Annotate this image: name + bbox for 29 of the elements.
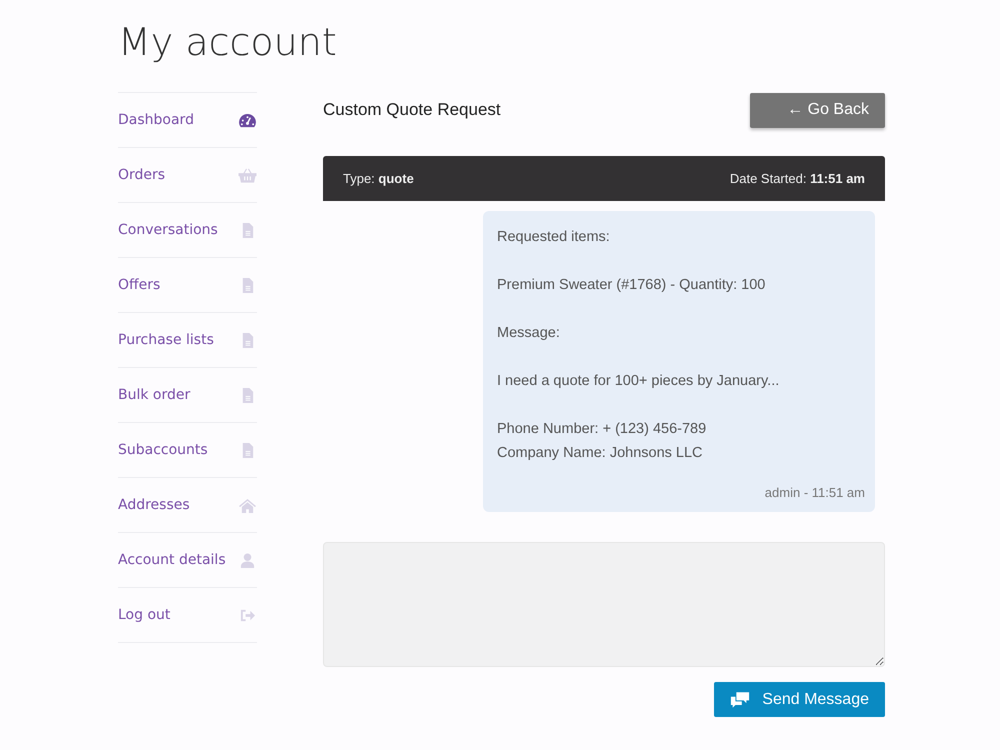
message-text: I need a quote for 100+ pieces by January... <box>497 372 780 391</box>
message-text: Message: <box>497 324 561 343</box>
sidebar-item[interactable]: Addresses <box>118 478 257 533</box>
sidebar-item[interactable]: Account details <box>118 533 257 588</box>
sign-out-icon <box>238 608 257 622</box>
sidebar-item[interactable]: Purchase lists <box>118 313 257 368</box>
message-text: Phone Number: + (123) 456-789 Company Name: Johnsons LLC <box>497 420 708 463</box>
message-text: Requested items: <box>497 228 611 247</box>
home-icon <box>238 498 257 512</box>
chat-bubbles-icon <box>730 691 750 708</box>
sidebar-item[interactable]: Offers <box>118 258 257 313</box>
sidebar-item[interactable]: Conversations <box>118 203 257 258</box>
type-label: Type: quote <box>343 171 414 186</box>
message-meta: admin - 11:51 am <box>764 485 865 500</box>
gauge-icon <box>238 112 257 128</box>
go-back-button[interactable]: ← Go Back <box>750 92 885 128</box>
date-started-label: Date Started: 11:51 am <box>730 171 865 186</box>
sidebar-item[interactable]: Subaccounts <box>118 423 257 478</box>
sidebar-item[interactable]: Bulk order <box>118 368 257 423</box>
basket-icon <box>238 168 257 182</box>
send-message-button[interactable]: Send Message <box>714 682 885 717</box>
sidebar-item[interactable]: Log out <box>118 588 257 643</box>
message-text: Premium Sweater (#1768) - Quantity: 100 <box>497 276 766 295</box>
message-input-field[interactable] <box>323 542 885 667</box>
page-title: My account <box>118 19 338 66</box>
sidebar-item[interactable]: Dashboard <box>118 93 257 148</box>
conversation-title: Custom Quote Request <box>323 100 501 120</box>
user-icon <box>238 552 257 568</box>
sidebar-item[interactable]: Orders <box>118 148 257 203</box>
